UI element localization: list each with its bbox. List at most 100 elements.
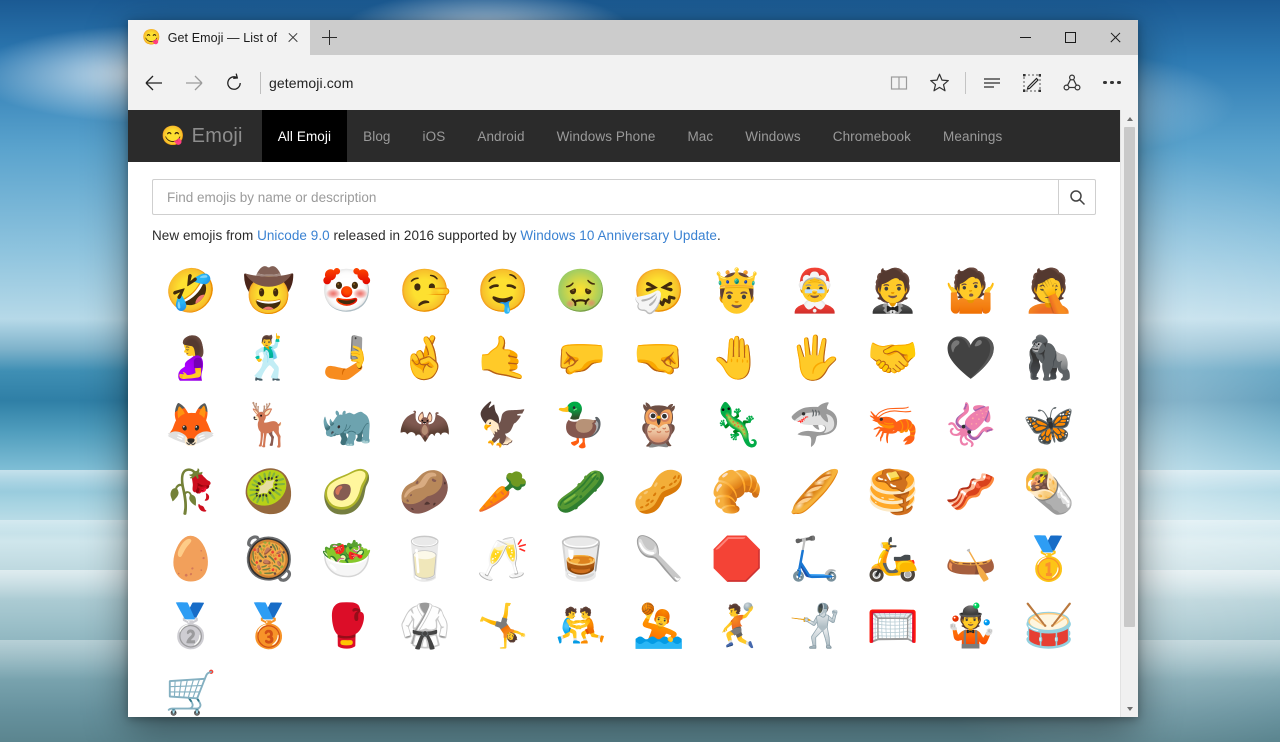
nav-item-windows-phone[interactable]: Windows Phone [541,110,672,162]
emoji-motor-scooter[interactable]: 🛵 [854,525,932,592]
emoji-canoe[interactable]: 🛶 [932,525,1010,592]
emoji-gorilla[interactable]: 🦍 [1010,324,1088,391]
emoji-burrito[interactable]: 🌯 [1010,458,1088,525]
emoji-man-in-tuxedo[interactable]: 🤵 [854,257,932,324]
emoji-person-cartwheeling[interactable]: 🤸 [464,592,542,659]
emoji-bacon[interactable]: 🥓 [932,458,1010,525]
nav-item-android[interactable]: Android [461,110,540,162]
emoji-call-me-hand[interactable]: 🤙 [464,324,542,391]
emoji-bat[interactable]: 🦇 [386,391,464,458]
forward-button[interactable] [174,63,214,103]
emoji-left-facing-fist[interactable]: 🤛 [542,324,620,391]
emoji-people-wrestling[interactable]: 🤼 [542,592,620,659]
emoji-kick-scooter[interactable]: 🛴 [776,525,854,592]
emoji-lizard[interactable]: 🦎 [698,391,776,458]
emoji-rhinoceros[interactable]: 🦏 [308,391,386,458]
search-button[interactable] [1058,179,1096,215]
emoji-clinking-glasses[interactable]: 🥂 [464,525,542,592]
emoji-mrs-claus[interactable]: 🤶 [776,257,854,324]
refresh-button[interactable] [214,63,254,103]
emoji-nauseated-face[interactable]: 🤢 [542,257,620,324]
emoji-drooling-face[interactable]: 🤤 [464,257,542,324]
nav-item-all-emoji[interactable]: All Emoji [261,110,348,162]
emoji-man-dancing[interactable]: 🕺 [230,324,308,391]
unicode-link[interactable]: Unicode 9.0 [257,228,330,243]
address-bar[interactable]: getemoji.com [269,63,879,103]
reading-view-button[interactable] [879,63,919,103]
new-tab-button[interactable] [310,20,348,55]
more-button[interactable] [1092,63,1132,103]
scroll-up-button[interactable] [1121,110,1138,127]
emoji-lying-face[interactable]: 🤥 [386,257,464,324]
scrollbar-thumb[interactable] [1124,127,1135,627]
emoji-1st-place-medal[interactable]: 🥇 [1010,525,1088,592]
emoji-eagle[interactable]: 🦅 [464,391,542,458]
emoji-green-salad[interactable]: 🥗 [308,525,386,592]
nav-item-windows[interactable]: Windows [729,110,816,162]
browser-tab[interactable]: 😋 Get Emoji — List of [128,20,311,55]
emoji-handshake[interactable]: 🤝 [854,324,932,391]
scrollbar-track[interactable] [1121,127,1138,700]
minimize-button[interactable] [1003,20,1048,55]
emoji-spoon[interactable]: 🥄 [620,525,698,592]
emoji-pancakes[interactable]: 🥞 [854,458,932,525]
page-scrollbar[interactable] [1120,110,1138,717]
nav-item-meanings[interactable]: Meanings [927,110,1018,162]
nav-item-ios[interactable]: iOS [407,110,462,162]
emoji-selfie[interactable]: 🤳 [308,324,386,391]
emoji-baguette-bread[interactable]: 🥖 [776,458,854,525]
emoji-2nd-place-medal[interactable]: 🥈 [152,592,230,659]
emoji-glass-of-milk[interactable]: 🥛 [386,525,464,592]
search-input[interactable] [165,188,1046,206]
windows-update-link[interactable]: Windows 10 Anniversary Update [520,228,717,243]
emoji-stop-sign[interactable]: 🛑 [698,525,776,592]
share-button[interactable] [1052,63,1092,103]
close-tab-icon[interactable] [284,29,302,47]
nav-item-blog[interactable]: Blog [347,110,406,162]
emoji-egg[interactable]: 🥚 [152,525,230,592]
emoji-croissant[interactable]: 🥐 [698,458,776,525]
emoji-crossed-fingers[interactable]: 🤞 [386,324,464,391]
hub-button[interactable] [972,63,1012,103]
emoji-black-heart[interactable]: 🖤 [932,324,1010,391]
emoji-person-fencing[interactable]: 🤺 [776,592,854,659]
emoji-hand-with-fingers-splayed[interactable]: 🖐 [776,324,854,391]
emoji-deer[interactable]: 🦌 [230,391,308,458]
emoji-cucumber[interactable]: 🥒 [542,458,620,525]
emoji-clown-face[interactable]: 🤡 [308,257,386,324]
maximize-button[interactable] [1048,20,1093,55]
emoji-shallow-pan-of-food[interactable]: 🥘 [230,525,308,592]
emoji-sneezing-face[interactable]: 🤧 [620,257,698,324]
emoji-martial-arts-uniform[interactable]: 🥋 [386,592,464,659]
emoji-shopping-cart[interactable]: 🛒 [152,659,230,717]
emoji-3rd-place-medal[interactable]: 🥉 [230,592,308,659]
web-note-button[interactable] [1012,63,1052,103]
emoji-person-playing-water-polo[interactable]: 🤽 [620,592,698,659]
emoji-potato[interactable]: 🥔 [386,458,464,525]
emoji-prince[interactable]: 🤴 [698,257,776,324]
emoji-tumbler-glass[interactable]: 🥃 [542,525,620,592]
emoji-fox-face[interactable]: 🦊 [152,391,230,458]
emoji-duck[interactable]: 🦆 [542,391,620,458]
emoji-person-facepalming[interactable]: 🤦 [1010,257,1088,324]
emoji-person-juggling[interactable]: 🤹 [932,592,1010,659]
nav-item-chromebook[interactable]: Chromebook [817,110,927,162]
emoji-avocado[interactable]: 🥑 [308,458,386,525]
emoji-owl[interactable]: 🦉 [620,391,698,458]
emoji-squid[interactable]: 🦑 [932,391,1010,458]
emoji-carrot[interactable]: 🥕 [464,458,542,525]
emoji-shrimp[interactable]: 🦐 [854,391,932,458]
emoji-shark[interactable]: 🦈 [776,391,854,458]
scroll-down-button[interactable] [1121,700,1138,717]
emoji-raised-back-of-hand[interactable]: 🤚 [698,324,776,391]
emoji-rolling-on-the-floor-laughing[interactable]: 🤣 [152,257,230,324]
search-field[interactable] [152,179,1058,215]
emoji-drum[interactable]: 🥁 [1010,592,1088,659]
emoji-wilted-flower[interactable]: 🥀 [152,458,230,525]
emoji-kiwi-fruit[interactable]: 🥝 [230,458,308,525]
emoji-person-shrugging[interactable]: 🤷 [932,257,1010,324]
favorites-button[interactable] [919,63,959,103]
back-button[interactable] [134,63,174,103]
emoji-butterfly[interactable]: 🦋 [1010,391,1088,458]
nav-item-mac[interactable]: Mac [671,110,729,162]
